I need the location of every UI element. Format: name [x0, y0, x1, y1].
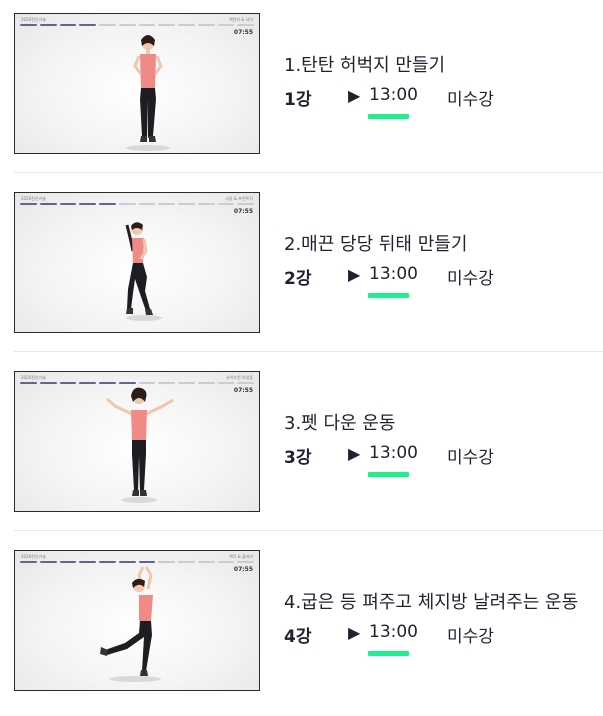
lecture-title[interactable]: 2.매끈 당당 뒤태 만들기 — [284, 230, 467, 256]
play-icon[interactable]: ▶ — [348, 444, 360, 463]
exercise-figure-image — [100, 566, 161, 682]
lecture-status: 미수강 — [447, 90, 494, 110]
divider — [14, 351, 603, 352]
duration-underline — [368, 651, 409, 656]
lecture-item-2: 2020전신기술 사업 & 프론트킥 07:55 2.매끈 당당 뒤태 만들기 … — [0, 179, 603, 358]
lecture-status: 미수강 — [447, 627, 494, 647]
lecture-duration[interactable]: 13:00 — [369, 264, 418, 284]
lecture-thumbnail[interactable]: 2020전신기술 사업 & 프론트킥 07:55 — [14, 192, 260, 333]
lecture-title[interactable]: 1.탄탄 허벅지 만들기 — [284, 51, 445, 77]
divider — [14, 172, 603, 173]
lecture-status: 미수강 — [447, 448, 494, 468]
lecture-thumbnail[interactable]: 2020전신기술 백킥 & 플라이 07:55 — [14, 550, 260, 691]
lecture-duration[interactable]: 13:00 — [369, 85, 418, 105]
lecture-session: 2강 — [284, 269, 312, 289]
lecture-status: 미수강 — [447, 269, 494, 289]
lecture-session: 1강 — [284, 90, 312, 110]
play-icon[interactable]: ▶ — [348, 623, 360, 642]
play-icon[interactable]: ▶ — [348, 265, 360, 284]
duration-underline — [368, 472, 409, 477]
exercise-figure-image — [126, 35, 170, 151]
lecture-item-1: 2020전신기술 백런지 & 사이 07:55 1.탄탄 허벅지 만들기 1강 … — [0, 0, 603, 179]
lecture-thumbnail[interactable]: 2020전신기술 백런지 & 사이 07:55 — [14, 13, 260, 154]
lecture-duration[interactable]: 13:00 — [369, 443, 418, 463]
exercise-figure-image — [125, 222, 162, 321]
lecture-duration[interactable]: 13:00 — [369, 622, 418, 642]
lecture-title[interactable]: 4.굽은 등 펴주고 체지방 날려주는 운동 — [284, 588, 578, 614]
lecture-session: 4강 — [284, 627, 312, 647]
exercise-figure-image — [106, 387, 174, 503]
play-icon[interactable]: ▶ — [348, 86, 360, 105]
lecture-title[interactable]: 3.펫 다운 운동 — [284, 409, 395, 435]
lecture-session: 3강 — [284, 448, 312, 468]
duration-underline — [368, 114, 409, 119]
duration-underline — [368, 293, 409, 298]
divider — [14, 530, 603, 531]
lecture-item-3: 2020전신기술 사이드런 하업동 07:55 3.펫 다운 운동 3강 ▶ 1… — [0, 358, 603, 537]
lecture-item-4: 2020전신기술 백킥 & 플라이 07:55 4.굽은 등 펴주고 체지방 날… — [0, 537, 603, 716]
lecture-thumbnail[interactable]: 2020전신기술 사이드런 하업동 07:55 — [14, 371, 260, 512]
